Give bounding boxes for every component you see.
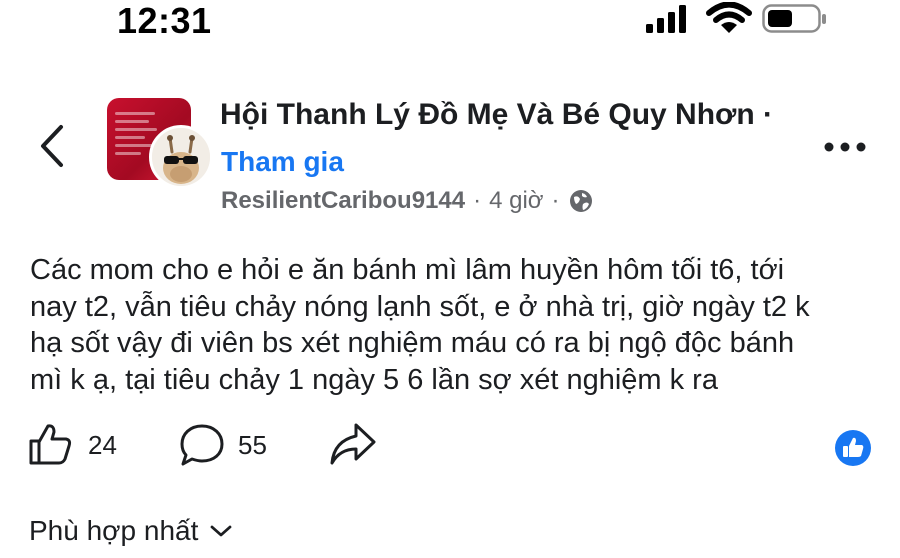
like-reaction-icon[interactable] [834, 429, 872, 467]
more-horizontal-icon[interactable] [822, 137, 868, 157]
chevron-down-icon [210, 525, 232, 537]
thumbs-up-icon[interactable] [28, 421, 74, 467]
chevron-left-icon[interactable] [38, 124, 66, 168]
comment-sort-dropdown[interactable]: Phù hợp nhất [29, 515, 232, 547]
status-time: 12:31 [117, 0, 212, 41]
signal-icon [646, 5, 686, 33]
post-time[interactable]: 4 giờ [489, 187, 543, 215]
meta-separator: · [551, 187, 560, 214]
join-group-button[interactable]: Tham gia [221, 146, 344, 178]
battery-icon [762, 4, 826, 33]
sort-label: Phù hợp nhất [29, 515, 199, 546]
share-icon[interactable] [328, 421, 378, 467]
giraffe-avatar-icon [152, 128, 210, 186]
group-name[interactable]: Hội Thanh Lý Đồ Mẹ Và Bé Quy Nhơn · [220, 98, 773, 132]
author-name[interactable]: ResilientCaribou9144 [221, 187, 465, 215]
post-body-text: Các mom cho e hỏi e ăn bánh mì lâm huyền… [30, 254, 810, 396]
wifi-icon [706, 2, 752, 33]
globe-icon [569, 190, 592, 212]
avatar[interactable] [149, 125, 213, 189]
like-count[interactable]: 24 [88, 430, 117, 461]
comment-count[interactable]: 55 [238, 430, 267, 461]
post-meta: ResilientCaribou9144 · 4 giờ · [221, 187, 594, 215]
comment-icon[interactable] [178, 422, 226, 468]
meta-separator: · [473, 187, 482, 214]
